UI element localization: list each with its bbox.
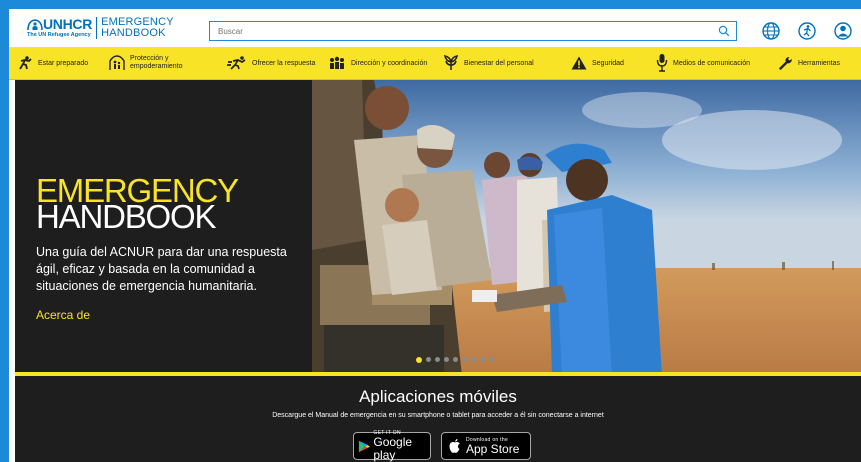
- carousel-dot[interactable]: [444, 357, 449, 362]
- user-icon[interactable]: [834, 22, 852, 40]
- apps-title: Aplicaciones móviles: [359, 387, 517, 406]
- google-play-button[interactable]: GET IT ON Google play: [353, 430, 431, 462]
- microphone-icon: [656, 54, 668, 72]
- running-person-icon: [19, 56, 32, 70]
- leaf-icon: [443, 55, 459, 70]
- nav-item-tools[interactable]: Herramientas: [779, 47, 840, 79]
- nav-label: Estar preparado: [38, 59, 89, 67]
- search-icon[interactable]: [718, 25, 730, 37]
- logo-subtitle: The UN Refugee Agency: [27, 32, 91, 38]
- google-play-big: Google play: [373, 435, 413, 462]
- apple-icon: [449, 438, 460, 453]
- hero-photo[interactable]: [312, 80, 861, 376]
- google-play-icon: [358, 440, 370, 452]
- logo-name: UNHCR: [43, 16, 93, 32]
- hero-banner: EMERGENCY HANDBOOK Una guía del ACNUR pa…: [15, 80, 861, 376]
- carousel-dot[interactable]: [480, 357, 485, 362]
- nav-label: Medios de comunicación: [673, 59, 751, 67]
- apps-subtitle: Descargue el Manual de emergencia en su …: [272, 412, 604, 419]
- app-store-big: App Store: [466, 441, 520, 456]
- globe-icon[interactable]: [762, 22, 780, 40]
- nav-label-2: empoderamiento: [130, 63, 183, 70]
- carousel-dot[interactable]: [462, 357, 467, 362]
- nav-label: Protección y: [130, 55, 169, 62]
- about-link[interactable]: Acerca de: [36, 308, 90, 322]
- accessibility-icon[interactable]: [798, 22, 816, 40]
- mobile-apps-section: Aplicaciones móviles Descargue el Manual…: [15, 376, 861, 462]
- carousel-dot[interactable]: [489, 357, 494, 362]
- warning-icon: [571, 56, 587, 70]
- main-nav: Estar preparado Protección y empoderamie…: [9, 47, 861, 80]
- carousel-dots: [416, 356, 494, 363]
- nav-label: Dirección y coordinación: [351, 59, 428, 67]
- carousel-dot[interactable]: [435, 357, 440, 362]
- carousel-dot[interactable]: [426, 357, 431, 362]
- nav-label: Ofrecer la respuesta: [252, 59, 316, 67]
- nav-item-media[interactable]: Medios de comunicación: [656, 47, 750, 79]
- nav-label: Seguridad: [592, 59, 624, 67]
- nav-item-protection[interactable]: Protección y empoderamiento: [109, 47, 183, 79]
- unhcr-logo[interactable]: UNHCR The UN Refugee Agency EMERGENCY HA…: [27, 17, 174, 43]
- search-input[interactable]: [210, 25, 720, 37]
- nav-label: Herramientas: [798, 59, 841, 67]
- logo-line2: HANDBOOK: [101, 27, 166, 39]
- nav-item-security[interactable]: Seguridad: [571, 47, 624, 79]
- header: UNHCR The UN Refugee Agency EMERGENCY HA…: [9, 9, 861, 47]
- carousel-dot[interactable]: [416, 356, 422, 363]
- unhcr-emblem-icon: [27, 18, 43, 30]
- nav-item-prepare[interactable]: Estar preparado: [17, 47, 88, 79]
- page-frame: UNHCR The UN Refugee Agency EMERGENCY HA…: [9, 9, 861, 462]
- hero-title-line2: HANDBOOK: [36, 198, 216, 235]
- runner-icon: [227, 56, 246, 70]
- wrench-icon: [779, 57, 792, 70]
- hero-description: Una guía del ACNUR para dar una respuest…: [36, 245, 287, 293]
- nav-item-coordination[interactable]: Dirección y coordinación: [328, 47, 427, 79]
- search-box[interactable]: [209, 21, 737, 41]
- group-icon: [330, 56, 344, 69]
- carousel-dot[interactable]: [453, 357, 458, 362]
- nav-label: Bienestar del personal: [464, 59, 534, 67]
- app-store-button[interactable]: Download on the App Store: [441, 432, 531, 460]
- carousel-dot[interactable]: [471, 357, 476, 362]
- family-icon: [109, 55, 125, 70]
- nav-item-wellbeing[interactable]: Bienestar del personal: [443, 47, 534, 79]
- nav-item-response[interactable]: Ofrecer la respuesta: [227, 47, 315, 79]
- logo-divider: [96, 17, 98, 39]
